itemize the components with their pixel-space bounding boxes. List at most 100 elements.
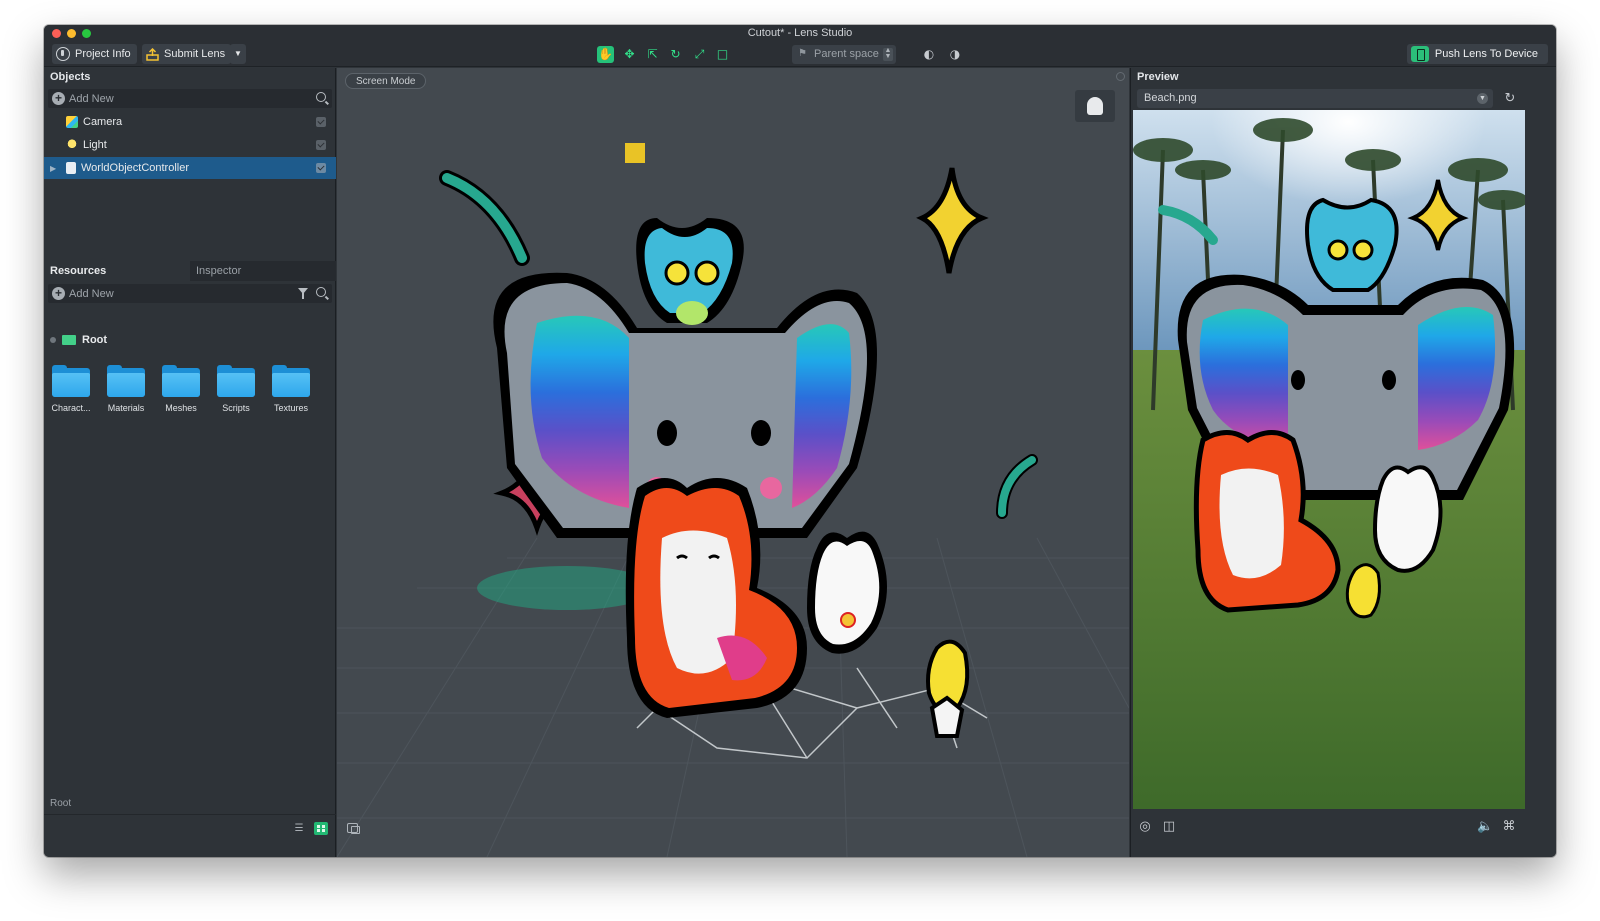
preview-footer: ◎ ◫ 🔈 ⌘ (1131, 813, 1556, 857)
folder-icon (107, 365, 145, 397)
pin-icon: ⚑ (798, 48, 807, 59)
scene-viewport[interactable]: Screen Mode (337, 68, 1129, 857)
folder-icon (52, 365, 90, 397)
transform-icon: ⤢ (694, 47, 705, 61)
preview-owl (1305, 197, 1399, 292)
small-trophy (625, 143, 645, 163)
object-label: Light (83, 139, 107, 151)
preview-background-label: Beach.png (1144, 92, 1197, 104)
scene-canvas (337, 143, 1129, 857)
refresh-icon: ↻ (1504, 91, 1516, 106)
folder-label: Charact... (51, 403, 91, 413)
owl-character (636, 218, 744, 325)
move-tool-button[interactable]: ✥ (621, 46, 638, 63)
preview-canvas (1133, 110, 1525, 809)
folder-item[interactable]: Scripts (211, 365, 261, 413)
device-icon: ◫ (1162, 819, 1176, 834)
objects-add-new-button[interactable]: + Add New (48, 89, 332, 108)
enabled-checkbox[interactable] (316, 163, 326, 173)
filter-icon[interactable] (298, 288, 308, 299)
plus-icon: + (52, 287, 65, 300)
minimize-window-button[interactable] (67, 29, 76, 38)
chevron-down-icon: ▼ (234, 49, 242, 58)
gear-icon[interactable] (1116, 72, 1125, 81)
scale-icon: ⇱ (647, 47, 658, 61)
chevron-down-icon: ▼ (1477, 93, 1488, 104)
plus-icon: + (52, 92, 65, 105)
preview-white-cat (1372, 465, 1443, 573)
object-row-worldobjectcontroller[interactable]: ▶ WorldObjectController (44, 157, 336, 179)
object-row-camera[interactable]: Camera (44, 111, 336, 133)
resource-root-node[interactable]: Root (50, 334, 107, 346)
close-window-button[interactable] (52, 29, 61, 38)
folder-label: Materials (107, 403, 145, 413)
move-icon: ✥ (624, 47, 635, 61)
folder-label: Textures (273, 403, 308, 413)
camera-mode-button[interactable]: ◐ (921, 47, 937, 62)
device-button[interactable]: ◫ (1161, 819, 1177, 835)
folder-icon (62, 335, 76, 345)
rotate-tool-button[interactable]: ↻ (667, 46, 684, 63)
resources-path: Root (50, 798, 72, 809)
folder-label: Scripts (222, 403, 250, 413)
scale-tool-button[interactable]: ⇱ (644, 46, 661, 63)
rect-tool-button[interactable]: □ (714, 46, 731, 63)
title-bar: Cutout* - Lens Studio (44, 25, 1556, 42)
script-icon (66, 162, 76, 174)
refresh-button[interactable]: ↻ (1501, 90, 1519, 108)
grid-view-button[interactable] (314, 822, 328, 835)
camera-icon (66, 116, 78, 128)
expand-arrow-icon[interactable]: ▶ (50, 164, 60, 173)
hand-tool-button[interactable]: ✋ (597, 46, 614, 63)
enabled-checkbox[interactable] (316, 117, 326, 127)
preview-background-select[interactable]: Beach.png ▼ (1137, 89, 1493, 108)
teal-curve-left (439, 170, 530, 266)
push-lens-label: Push Lens To Device (1434, 48, 1538, 60)
camera-orbit-icon: ◐ (923, 47, 935, 61)
preview-panel: Preview Beach.png ▼ ↻ ◎ ◫ 🔈 ⌘ (1130, 68, 1556, 857)
tab-inspector[interactable]: Inspector (190, 261, 336, 281)
crop-icon: ⌘ (1502, 819, 1516, 834)
folder-item[interactable]: Charact... (46, 365, 96, 413)
screen-mode-button[interactable]: Screen Mode (345, 73, 427, 89)
objects-title: Objects (50, 71, 91, 83)
folder-item[interactable]: Materials (101, 365, 151, 413)
folder-icon (162, 365, 200, 397)
preview-title: Preview (1137, 71, 1179, 83)
layers-icon[interactable] (347, 823, 360, 834)
camera-focus-button[interactable]: ◑ (947, 47, 963, 62)
preview-viewport[interactable] (1133, 110, 1525, 809)
yellow-star (916, 167, 989, 274)
search-icon[interactable] (316, 287, 326, 297)
list-icon: ☰ (294, 823, 304, 834)
left-panel: Objects + Add New Camera Light ▶ WorldOb… (44, 68, 336, 857)
parent-space-select[interactable]: ⚑ Parent space ▲ ▼ (792, 45, 896, 64)
crop-button[interactable]: ⌘ (1501, 819, 1517, 835)
record-button[interactable]: ◎ (1137, 819, 1153, 835)
object-label: Camera (83, 116, 123, 128)
camera-focus-icon: ◑ (949, 47, 961, 61)
project-info-button[interactable]: Project Info (52, 44, 137, 64)
main-toolbar: Project Info Submit Lens ▼ ✋ ✥ ⇱ ↻ ⤢ □ ⚑… (44, 42, 1556, 67)
lens-studio-window: Cutout* - Lens Studio Project Info Submi… (44, 25, 1556, 857)
snapchat-ghost-icon[interactable] (1075, 90, 1115, 122)
push-lens-button[interactable]: Push Lens To Device (1406, 44, 1548, 64)
enabled-checkbox[interactable] (316, 140, 326, 150)
object-row-light[interactable]: Light (44, 134, 336, 156)
search-icon[interactable] (316, 92, 326, 102)
folder-item[interactable]: Textures (266, 365, 316, 413)
transform-tool-button[interactable]: ⤢ (691, 46, 708, 63)
submit-lens-dropdown[interactable]: ▼ (230, 44, 246, 64)
list-view-button[interactable]: ☰ (292, 822, 306, 835)
mute-button[interactable]: 🔈 (1477, 819, 1493, 835)
folder-item[interactable]: Meshes (156, 365, 206, 413)
zoom-window-button[interactable] (82, 29, 91, 38)
preview-chick (1345, 563, 1381, 619)
objects-add-new-label: Add New (69, 92, 114, 105)
resources-add-new-button[interactable]: + Add New (48, 284, 332, 303)
root-label: Root (82, 334, 108, 346)
submit-lens-button[interactable]: Submit Lens (142, 44, 232, 64)
tab-resources[interactable]: Resources (44, 261, 190, 281)
parent-space-label: Parent space (814, 48, 879, 60)
folder-icon (217, 365, 255, 397)
